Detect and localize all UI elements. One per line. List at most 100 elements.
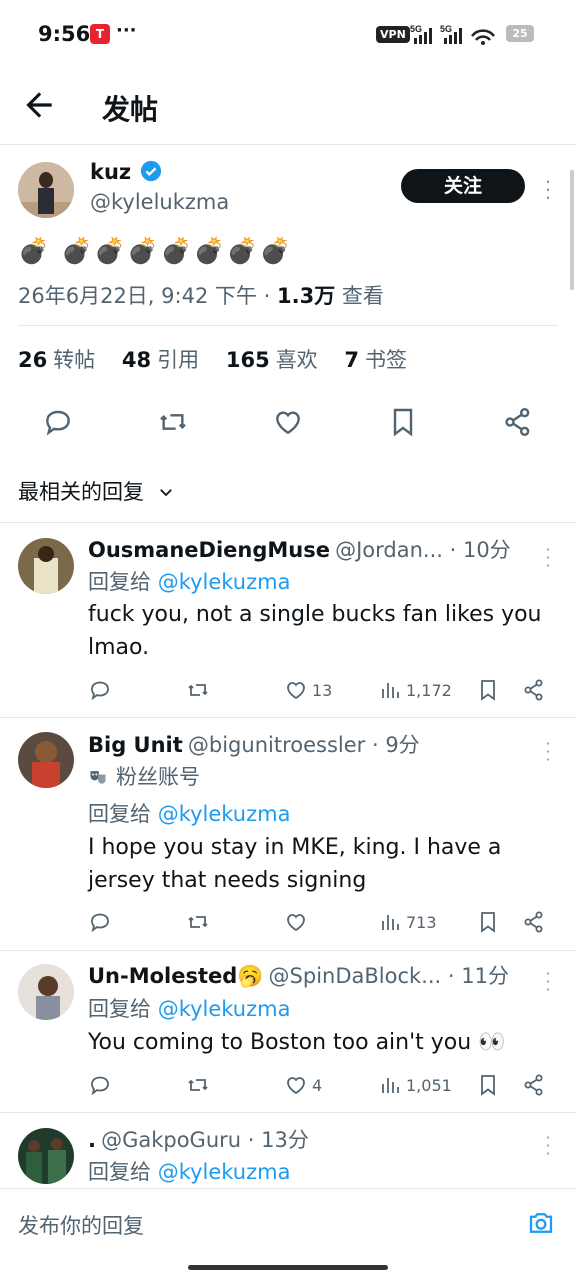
- reply-author-handle[interactable]: @Jordan...: [335, 538, 443, 562]
- reply-time: · 13分: [241, 1128, 309, 1152]
- reply-author-name[interactable]: Un-Molested🥱: [88, 964, 263, 988]
- reply-more-icon[interactable]: · · ·: [538, 736, 558, 768]
- tesla-app-icon: T: [90, 24, 110, 44]
- share-icon[interactable]: [522, 910, 546, 934]
- author-handle: @kylelukzma: [90, 190, 230, 214]
- reply-divider: [0, 717, 576, 718]
- like-icon[interactable]: [284, 910, 308, 934]
- reply-icon[interactable]: [88, 678, 112, 702]
- reply-divider: [0, 950, 576, 951]
- reply-actions: 4 1,051: [88, 1071, 558, 1099]
- reposts-stat[interactable]: 26 转帖: [18, 348, 95, 372]
- like-count: 13: [312, 681, 333, 700]
- reply-author-handle[interactable]: @SpinDaBlock...: [269, 964, 442, 988]
- bookmarks-stat[interactable]: 7 书签: [344, 348, 407, 372]
- reply-to-line: 回复给 @kylekuzma: [88, 997, 291, 1021]
- reply-time: · 11分: [441, 964, 509, 988]
- author-name[interactable]: kuz: [90, 160, 131, 184]
- post-content: 💣 💣💣💣💣💣💣💣: [18, 236, 293, 265]
- reply-author-handle[interactable]: @GakpoGuru: [101, 1128, 241, 1152]
- scrollbar[interactable]: [570, 170, 574, 290]
- bookmark-icon[interactable]: [387, 406, 419, 438]
- reply-text: You coming to Boston too ain't you 👀: [88, 1030, 506, 1055]
- camera-icon[interactable]: [526, 1208, 556, 1238]
- reply-icon[interactable]: [88, 910, 112, 934]
- repost-icon[interactable]: [186, 1073, 210, 1097]
- author-name-row[interactable]: kuz: [90, 160, 162, 184]
- bookmark-icon[interactable]: [476, 910, 500, 934]
- reply-to-link[interactable]: @kylekuzma: [158, 1160, 291, 1184]
- quotes-stat[interactable]: 48 引用: [122, 348, 199, 372]
- author-avatar[interactable]: [18, 162, 74, 218]
- reply-author-name[interactable]: Big Unit: [88, 733, 183, 757]
- like-icon[interactable]: [284, 678, 308, 702]
- sort-replies-dropdown[interactable]: 最相关的回复: [18, 476, 175, 506]
- reply-to-line: 回复给 @kylekuzma: [88, 570, 291, 594]
- post-date: 26年6月22日, 9:42 下午 ·: [18, 284, 278, 308]
- reply-text: I hope you stay in MKE, king. I have a j…: [88, 835, 502, 893]
- reply-to-link[interactable]: @kylekuzma: [158, 570, 291, 594]
- status-more-icon: ···: [116, 20, 137, 41]
- masks-icon: [90, 771, 106, 784]
- post-meta: 26年6月22日, 9:42 下午 · 1.3万 查看: [18, 280, 384, 310]
- views-icon[interactable]: [378, 678, 402, 702]
- reply-actions: 713: [88, 908, 558, 936]
- reply-actions: 13 1,172: [88, 676, 558, 704]
- reply-author-handle[interactable]: @bigunitroessler: [188, 733, 365, 757]
- reply-to-line: 回复给 @kylekuzma: [88, 1160, 291, 1184]
- signal-wifi-icons: 5G 5G: [410, 24, 495, 45]
- battery-icon: 25: [506, 25, 534, 42]
- bookmark-icon[interactable]: [476, 678, 500, 702]
- views-icon[interactable]: [378, 1073, 402, 1097]
- reply-avatar[interactable]: [18, 538, 74, 594]
- sort-divider: [0, 522, 576, 523]
- reply-time: · 9分: [365, 733, 420, 757]
- likes-stat[interactable]: 165 喜欢: [226, 348, 318, 372]
- chevron-down-icon: [159, 489, 172, 497]
- reply-author-name[interactable]: .: [88, 1128, 96, 1152]
- view-count: 1,051: [406, 1076, 452, 1095]
- reply-time: · 10分: [442, 538, 511, 562]
- post-stats: 26 转帖 48 引用 165 喜欢 7 书签: [18, 344, 427, 374]
- view-count: 1,172: [406, 681, 452, 700]
- sort-label: 最相关的回复: [18, 480, 144, 504]
- like-icon[interactable]: [284, 1073, 308, 1097]
- reply-avatar[interactable]: [18, 732, 74, 788]
- status-time: 9:56: [38, 22, 91, 46]
- reply-header: . @GakpoGuru · 13分: [88, 1124, 538, 1154]
- reply-more-icon[interactable]: · · ·: [538, 542, 558, 574]
- post-views-label[interactable]: 查看: [335, 284, 384, 308]
- reply-more-icon[interactable]: · · ·: [538, 966, 558, 998]
- views-icon[interactable]: [378, 910, 402, 934]
- home-indicator[interactable]: [188, 1265, 388, 1270]
- reply-avatar[interactable]: [18, 964, 74, 1020]
- reply-to-link[interactable]: @kylekuzma: [158, 802, 291, 826]
- share-icon[interactable]: [502, 406, 534, 438]
- header-divider: [0, 144, 576, 145]
- share-icon[interactable]: [522, 1073, 546, 1097]
- reply-to-link[interactable]: @kylekuzma: [158, 997, 291, 1021]
- reply-icon[interactable]: [88, 1073, 112, 1097]
- reply-icon[interactable]: [42, 406, 74, 438]
- share-icon[interactable]: [522, 678, 546, 702]
- status-bar: 9:56 T ··· VPN 5G 5G 25: [0, 0, 576, 70]
- back-arrow-icon[interactable]: [20, 86, 58, 124]
- repost-icon[interactable]: [186, 910, 210, 934]
- follow-button[interactable]: 关注: [401, 169, 525, 203]
- reply-header: Un-Molested🥱 @SpinDaBlock... · 11分: [88, 960, 538, 990]
- repost-icon[interactable]: [186, 678, 210, 702]
- view-count: 713: [406, 913, 437, 932]
- reply-divider: [0, 1112, 576, 1113]
- reply-input[interactable]: 发布你的回复: [18, 1210, 144, 1240]
- verified-badge-icon: [141, 160, 162, 182]
- reply-header: Big Unit @bigunitroessler · 9分: [88, 729, 538, 759]
- like-icon[interactable]: [272, 406, 304, 438]
- reply-avatar[interactable]: [18, 1128, 74, 1184]
- bookmark-icon[interactable]: [476, 1073, 500, 1097]
- reply-author-name[interactable]: OusmaneDiengMuse: [88, 538, 330, 562]
- repost-icon[interactable]: [157, 406, 189, 438]
- post-views: 1.3万: [277, 284, 336, 308]
- reply-more-icon[interactable]: · · ·: [538, 1130, 558, 1162]
- post-more-icon[interactable]: · · ·: [538, 172, 558, 208]
- composer-divider: [0, 1188, 576, 1189]
